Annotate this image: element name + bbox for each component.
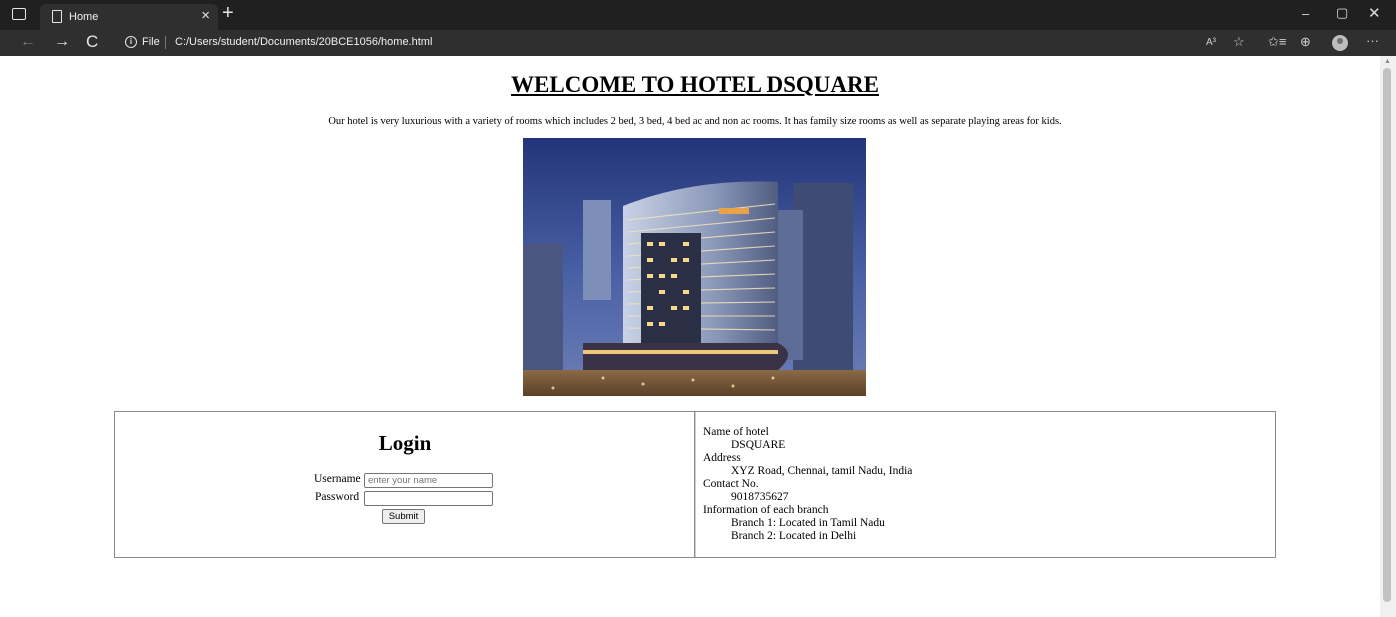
back-arrow-icon[interactable]: ← [20,33,36,51]
detail-term: Contact No. [703,478,759,490]
detail-definition: DSQUARE [731,439,786,451]
scrollbar-thumb[interactable] [1383,68,1391,602]
tab-title: Home [69,11,99,23]
detail-definition: 9018735627 [731,491,789,503]
tab-close-icon[interactable]: × [201,8,210,23]
profile-avatar-icon[interactable] [1332,35,1348,51]
browser-tab-bar: Home × + – ▢ ✕ [0,0,1396,30]
login-title: Login [378,431,432,455]
password-input[interactable] [364,491,493,506]
login-cell: Login Username Password Submit [115,412,695,557]
page-heading: WELCOME TO HOTEL DSQUARE [511,72,879,97]
username-label: Username [314,473,361,485]
restore-icon[interactable]: ▢ [1336,5,1348,21]
detail-definition: XYZ Road, Chennai, tamil Nadu, India [731,465,913,477]
url-field[interactable]: C:/Users/student/Documents/20BCE1056/hom… [175,36,432,48]
hotel-photo [523,138,866,396]
page-icon [52,10,62,23]
intro-paragraph: Our hotel is very luxurious with a varie… [328,116,1062,127]
more-menu-icon[interactable]: ··· [1366,33,1379,48]
info-icon[interactable]: i [125,36,137,48]
scroll-up-arrow-icon[interactable]: ▲ [1384,57,1391,65]
password-label: Password [315,491,360,503]
vertical-scrollbar[interactable]: ▲ [1380,56,1396,617]
submit-button[interactable]: Submit [382,509,425,524]
read-aloud-icon[interactable]: A³ [1206,37,1216,48]
favorite-star-icon[interactable]: ☆ [1233,34,1245,50]
file-label: File [142,36,160,48]
browser-tab-home[interactable]: Home × [40,4,218,30]
forward-arrow-icon[interactable]: → [54,33,70,51]
collections-icon[interactable]: ⊕ [1300,34,1311,50]
hotel-building-image [523,138,866,396]
info-table: Login Username Password Submit Name of h… [114,411,1276,558]
new-tab-icon[interactable]: + [222,3,234,23]
detail-definition: Branch 2: Located in Delhi [731,530,857,542]
address-bar: ← → C i File C:/Users/student/Documents/… [0,30,1396,56]
detail-term: Information of each branch [703,504,829,516]
minimize-icon[interactable]: – [1302,6,1309,21]
address-separator [165,36,166,49]
username-input[interactable] [364,473,493,488]
tab-actions-icon[interactable] [12,8,26,20]
hotel-details-list: Name of hotel DSQUARE Address XYZ Road, … [703,426,912,543]
window-close-icon[interactable]: ✕ [1368,4,1381,22]
page-content: WELCOME TO HOTEL DSQUARE Our hotel is ve… [0,56,1380,617]
detail-term: Name of hotel [703,426,769,438]
details-cell: Name of hotel DSQUARE Address XYZ Road, … [695,412,1275,557]
detail-term: Address [703,452,741,464]
favorites-list-icon[interactable]: ✩≡ [1268,34,1286,50]
detail-definition: Branch 1: Located in Tamil Nadu [731,517,885,529]
reload-icon[interactable]: C [86,32,98,52]
